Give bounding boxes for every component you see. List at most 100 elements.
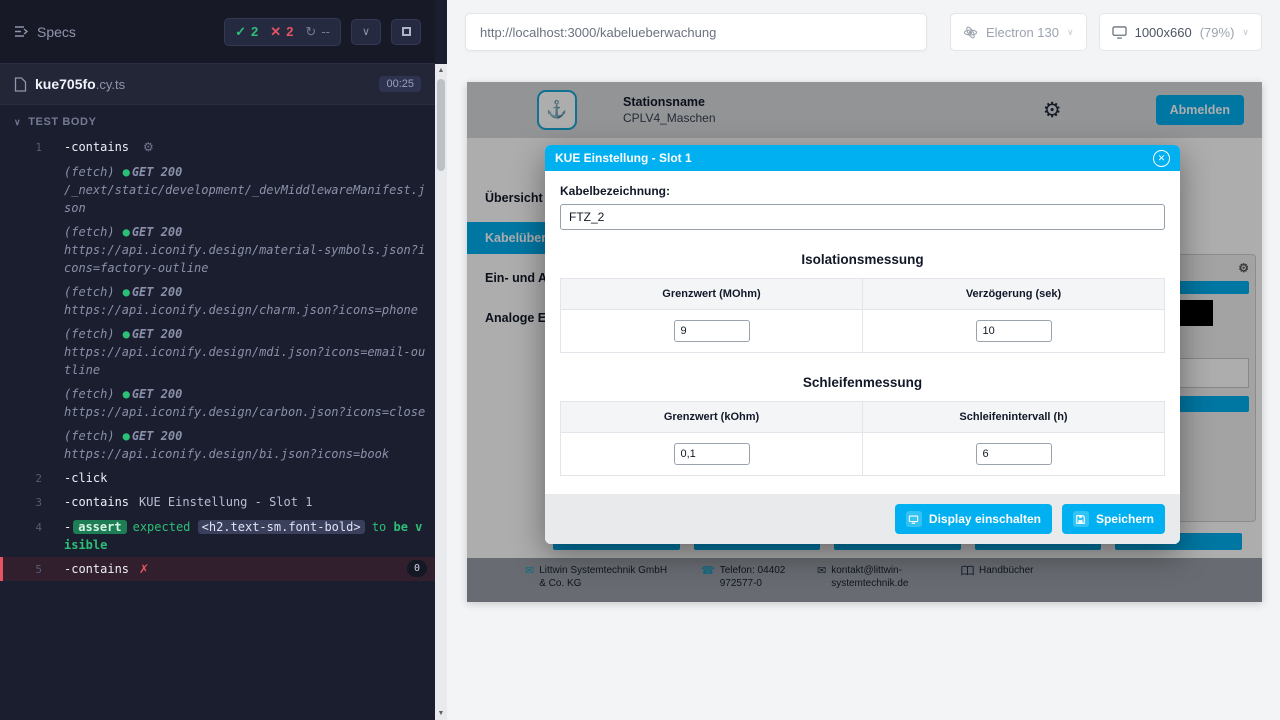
scroll-up-icon[interactable]: ▲ [435,64,447,77]
electron-icon [963,25,978,40]
isolation-delay-input[interactable] [976,320,1052,342]
specs-menu[interactable]: Specs [14,24,76,40]
save-button[interactable]: Speichern [1062,504,1165,534]
assert-row[interactable]: 4 -assert expected <h2.text-sm.font-bold>… [0,515,435,557]
command-row[interactable]: 1 -contains⚙ [0,135,435,160]
spec-ext: .cy.ts [96,77,125,92]
command-number: 5 [3,560,64,579]
test-body-label: TEST BODY [28,116,96,128]
spec-name: kue705fo [35,76,96,92]
spec-file-icon [14,77,27,92]
loop-section-title: Schleifenmessung [560,375,1165,390]
loop-limit-input[interactable] [674,443,750,465]
modal-title: KUE Einstellung - Slot 1 [555,151,692,165]
chevron-down-icon: ∨ [14,117,21,128]
browser-label: Electron 130 [986,25,1059,40]
fetch-log-row[interactable]: (fetch)●GET 200/_next/static/development… [0,160,435,220]
fetch-log-row[interactable]: (fetch) ●GET 200 https://api.iconify.desig… [0,220,435,280]
request-dot-icon: ● [123,165,130,179]
fetch-url: https://api.iconify.design/material-symb… [64,241,427,277]
loop-interval-input[interactable] [976,443,1052,465]
fetch-url: /_next/static/development/_devMiddleware… [64,181,427,217]
aut-toolbar: Electron 130 ∨ 1000x660 (79%) ∨ [447,0,1280,64]
command-name: -click [64,471,107,485]
scroll-down-icon[interactable]: ▼ [435,707,447,720]
aut-panel: Electron 130 ∨ 1000x660 (79%) ∨ ⚓ Statio… [447,0,1280,720]
monitor-icon [1112,26,1127,39]
fetch-tag: (fetch) [64,225,115,239]
pending-icon: ↻ [305,24,316,40]
browser-select[interactable]: Electron 130 ∨ [950,13,1087,51]
spec-file-row[interactable]: kue705fo.cy.ts 00:25 [0,64,435,105]
failed-count: 2 [286,24,293,39]
display-icon [906,511,922,527]
command-dash: - [64,520,71,534]
modal-header: KUE Einstellung - Slot 1 ✕ [545,145,1180,171]
request-dot-icon: ● [123,225,130,239]
isolation-table: Grenzwert (MOhm) Verzögerung (sek) [560,278,1165,353]
request-dot-icon: ● [123,429,130,443]
viewport-select[interactable]: 1000x660 (79%) ∨ [1099,13,1262,51]
loop-col1-header: Grenzwert (kOhm) [561,402,863,433]
command-name: -contains [64,140,129,154]
test-body-toggle[interactable]: ∨ TEST BODY [0,105,435,135]
fetch-url: https://api.iconify.design/mdi.json?icon… [64,343,427,379]
assert-expected: expected [133,520,191,534]
reporter-scrollbar[interactable]: ▲ ▼ [435,64,447,720]
assert-tail: to [372,520,386,534]
chevron-down-icon: ∨ [1242,27,1249,38]
chevron-down-icon: ∨ [1067,27,1074,38]
save-floppy-icon [1073,511,1089,527]
retry-count-badge: 0 [407,560,427,577]
aut-stage: ⚓ Stationsname CPLV4_Maschen ⚙ Abmelden … [447,64,1280,720]
request-dot-icon: ● [123,387,130,401]
stop-button[interactable] [391,19,421,45]
fetch-url: https://api.iconify.design/bi.json?icons… [64,445,427,463]
fetch-log-row[interactable]: (fetch)●GET 200https://api.iconify.desig… [0,382,435,424]
viewport-size: 1000x660 [1135,25,1192,40]
url-input[interactable] [465,13,927,51]
command-number: 2 [0,469,64,488]
loop-col2-header: Schleifenintervall (h) [863,402,1165,433]
fetch-log-row[interactable]: (fetch) ●GET 200 https://api.iconify.desig… [0,322,435,382]
collapse-button[interactable]: ∨ [351,19,381,45]
command-number: 3 [0,493,64,512]
viewport-zoom: (79%) [1200,25,1235,40]
fetch-log-row[interactable]: (fetch)●GET 200https://api.iconify.desig… [0,280,435,322]
command-arg: KUE Einstellung - Slot 1 [139,495,312,509]
scrollbar-thumb[interactable] [437,79,445,171]
fail-x-icon: ✗ [139,562,149,576]
command-number: 4 [0,518,64,537]
fetch-status: GET 200 [132,285,183,299]
fetch-status: GET 200 [132,225,183,239]
pending-count: -- [321,24,330,39]
assert-badge: assert [73,520,126,534]
assert-selector: <h2.text-sm.font-bold> [198,520,365,534]
failed-icon: ✕ [270,24,281,40]
request-dot-icon: ● [123,327,130,341]
fetch-tag: (fetch) [64,165,115,179]
stop-icon [402,27,411,36]
isolation-limit-input[interactable] [674,320,750,342]
display-on-button[interactable]: Display einschalten [895,504,1052,534]
failed-command-row[interactable]: 5 -contains✗ 0 [0,557,435,582]
command-row[interactable]: 2 -click [0,466,435,491]
fetch-tag: (fetch) [64,327,115,341]
screen: Specs ✓2 ✕2 ↻-- ∨ kue705fo.cy.ts 00:25 ∨… [0,0,1280,720]
display-on-label: Display einschalten [929,512,1041,526]
passed-count: 2 [251,24,258,39]
chevron-down-icon: ∨ [362,25,370,38]
isolation-col2-header: Verzögerung (sek) [863,279,1165,310]
command-row[interactable]: 3 -containsKUE Einstellung - Slot 1 [0,490,435,515]
close-icon[interactable]: ✕ [1153,150,1170,167]
fetch-tag: (fetch) [64,429,115,443]
save-label: Speichern [1096,512,1154,526]
fetch-url: https://api.iconify.design/charm.json?ic… [64,301,427,319]
options-icon: ⚙ [143,140,154,154]
fetch-log-row[interactable]: (fetch)●GET 200https://api.iconify.desig… [0,424,435,466]
modal-footer: Display einschalten Speichern [545,494,1180,544]
cable-name-input[interactable] [560,204,1165,230]
fetch-status: GET 200 [132,387,183,401]
fetch-status: GET 200 [132,327,183,341]
request-dot-icon: ● [123,285,130,299]
